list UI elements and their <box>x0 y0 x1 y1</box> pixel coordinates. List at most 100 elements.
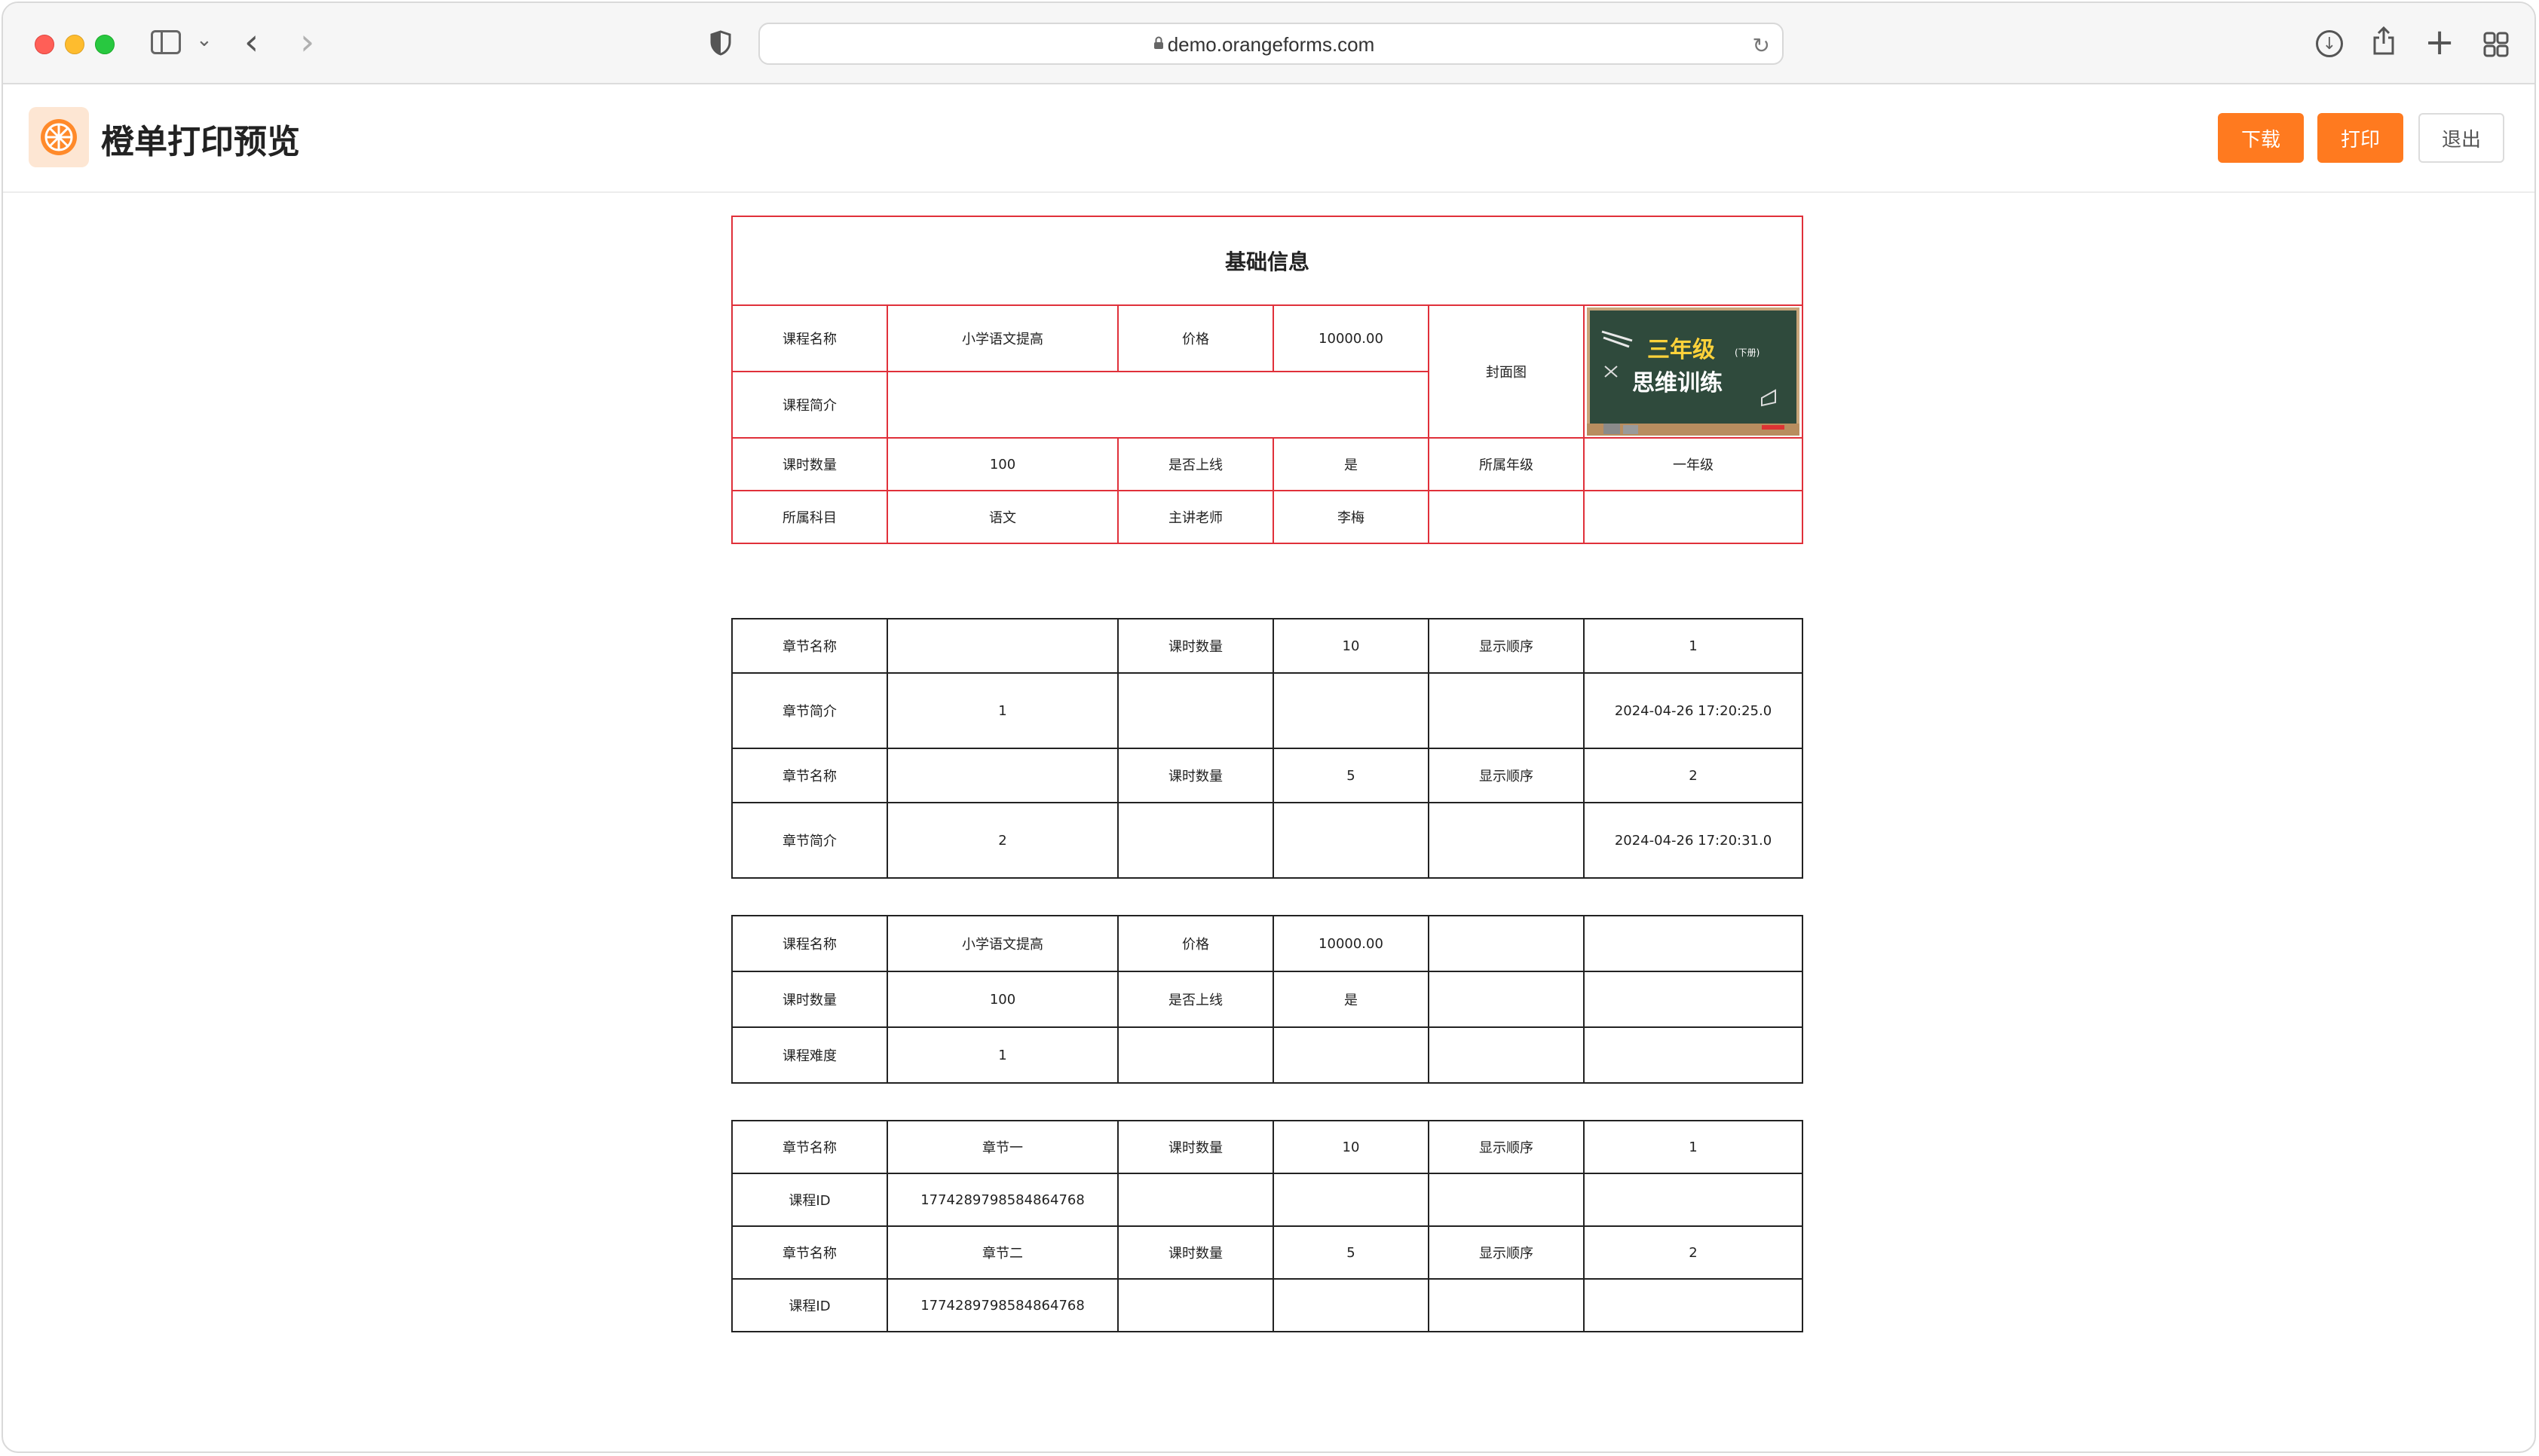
empty-cell <box>1428 1278 1585 1332</box>
table-row: 章节名称 课时数量 5 显示顺序 2 <box>731 748 1803 803</box>
chapter-hours-value: 10 <box>1273 1120 1429 1174</box>
online-label: 是否上线 <box>1117 437 1274 491</box>
chevron-down-icon[interactable]: ⌄ <box>196 29 213 51</box>
course-id-label: 课程ID <box>731 1173 888 1227</box>
chapter-hours-label: 课时数量 <box>1117 618 1274 674</box>
chapter-time-value: 2024-04-26 17:20:31.0 <box>1583 802 1803 879</box>
empty-cell <box>1117 1026 1274 1084</box>
hours-value: 100 <box>887 971 1119 1028</box>
grade-value: 一年级 <box>1582 437 1804 491</box>
downloads-icon[interactable]: ↓ <box>2316 30 2343 57</box>
online-label: 是否上线 <box>1117 971 1274 1028</box>
chapters-table: 章节名称 课时数量 10 显示顺序 1 章节简介 1 2024-04-26 17… <box>731 618 1803 879</box>
chapter-name-value: 章节一 <box>887 1120 1119 1174</box>
empty-cell <box>1583 1173 1803 1227</box>
chapter-hours-label: 课时数量 <box>1117 1120 1274 1174</box>
subject-value: 语文 <box>887 490 1119 544</box>
difficulty-value: 1 <box>887 1026 1119 1084</box>
course-name-value: 小学语文提高 <box>887 304 1119 372</box>
empty-cell <box>1273 672 1429 749</box>
minimize-window-button[interactable] <box>65 35 84 54</box>
table-row: 章节名称 课时数量 10 显示顺序 1 <box>731 618 1803 674</box>
chapter-order-label: 显示顺序 <box>1428 1225 1585 1280</box>
empty-cell <box>1428 490 1585 544</box>
zoom-window-button[interactable] <box>95 35 115 54</box>
course-id-value: 1774289798584864768 <box>887 1278 1119 1332</box>
chapter-name-label: 章节名称 <box>731 1225 888 1280</box>
empty-cell <box>1117 1173 1274 1227</box>
course-summary-table: 课程名称 小学语文提高 价格 10000.00 课时数量 100 是否上线 是 … <box>731 915 1803 1084</box>
chapter-order-value: 1 <box>1583 618 1803 674</box>
empty-cell <box>1273 802 1429 879</box>
chapter-hours-label: 课时数量 <box>1117 1225 1274 1280</box>
empty-cell <box>1583 1026 1803 1084</box>
chapter-hours-value: 5 <box>1273 1225 1429 1280</box>
reload-icon[interactable]: ↻ <box>1753 33 1770 58</box>
table-row: 课程难度 1 <box>731 1026 1803 1084</box>
hours-label: 课时数量 <box>731 437 888 491</box>
chapter-order-value: 2 <box>1583 1225 1803 1280</box>
download-button[interactable]: 下载 <box>2218 113 2304 163</box>
grade-label: 所属年级 <box>1428 437 1585 491</box>
empty-cell <box>1428 672 1585 749</box>
chapter-order-label: 显示顺序 <box>1428 748 1585 803</box>
empty-cell <box>1273 1173 1429 1227</box>
chapter-name-label: 章节名称 <box>731 1120 888 1174</box>
back-arrow-icon[interactable]: ‹ <box>244 21 259 63</box>
chapter-order-value: 1 <box>1583 1120 1803 1174</box>
teacher-value: 李梅 <box>1273 490 1429 544</box>
address-bar[interactable]: demo.orangeforms.com ↻ <box>758 23 1784 65</box>
difficulty-label: 课程难度 <box>731 1026 888 1084</box>
cover-line1-small: (下册) <box>1735 347 1760 358</box>
table-row: 课程ID 1774289798584864768 <box>731 1173 1803 1227</box>
privacy-shield-icon[interactable] <box>710 30 731 56</box>
chapter-order-label: 显示顺序 <box>1428 1120 1585 1174</box>
empty-cell <box>1273 1278 1429 1332</box>
close-window-button[interactable] <box>35 35 54 54</box>
browser-toolbar: ⌄ ‹ › demo.orangeforms.com ↻ ↓ + <box>3 3 2534 84</box>
cover-label: 封面图 <box>1428 304 1585 439</box>
browser-window: ⌄ ‹ › demo.orangeforms.com ↻ ↓ + 橙单打印预览 … <box>2 2 2536 1453</box>
url-text: demo.orangeforms.com <box>1167 33 1375 56</box>
chapter-intro-label: 章节简介 <box>731 672 888 749</box>
exit-button[interactable]: 退出 <box>2418 113 2504 163</box>
sidebar-toggle-icon[interactable] <box>151 30 181 54</box>
empty-cell <box>1428 1026 1585 1084</box>
cover-image-cell: 三年级 (下册) 思维训练 <box>1582 304 1804 439</box>
empty-cell <box>1273 1026 1429 1084</box>
table-row: 章节名称 章节二 课时数量 5 显示顺序 2 <box>731 1225 1803 1280</box>
empty-cell <box>1117 672 1274 749</box>
chapter-hours-label: 课时数量 <box>1117 748 1274 803</box>
cover-line2: 思维训练 <box>1632 370 1723 396</box>
print-button[interactable]: 打印 <box>2317 113 2403 163</box>
price-value: 10000.00 <box>1273 915 1429 972</box>
app-header: 橙单打印预览 下载 打印 退出 <box>3 84 2534 193</box>
tab-overview-icon[interactable] <box>2483 32 2509 57</box>
table-row: 章节简介 2 2024-04-26 17:20:31.0 <box>731 802 1803 879</box>
price-label: 价格 <box>1117 304 1274 372</box>
chapter-intro-value: 2 <box>887 802 1119 879</box>
course-id-value: 1774289798584864768 <box>887 1173 1119 1227</box>
online-value: 是 <box>1273 971 1429 1028</box>
orange-logo-icon <box>29 107 89 167</box>
chapter-intro-value: 1 <box>887 672 1119 749</box>
course-name-value: 小学语文提高 <box>887 915 1119 972</box>
empty-cell <box>1428 971 1585 1028</box>
table-row: 课程ID 1774289798584864768 <box>731 1278 1803 1332</box>
hours-label: 课时数量 <box>731 971 888 1028</box>
subject-label: 所属科目 <box>731 490 888 544</box>
chapter-name-value <box>887 618 1119 674</box>
chapter-hours-value: 10 <box>1273 618 1429 674</box>
new-tab-icon[interactable]: + <box>2424 21 2455 63</box>
table-row: 课程名称 小学语文提高 价格 10000.00 <box>731 915 1803 972</box>
chapter-hours-value: 5 <box>1273 748 1429 803</box>
table-row: 章节简介 1 2024-04-26 17:20:25.0 <box>731 672 1803 749</box>
chapter-intro-label: 章节简介 <box>731 802 888 879</box>
chapter-order-label: 显示顺序 <box>1428 618 1585 674</box>
forward-arrow-icon[interactable]: › <box>300 21 314 63</box>
share-icon[interactable] <box>2372 26 2396 56</box>
chapter-list-table: 章节名称 章节一 课时数量 10 显示顺序 1 课程ID 17742897985… <box>731 1120 1803 1332</box>
price-value: 10000.00 <box>1273 304 1429 372</box>
online-value: 是 <box>1273 437 1429 491</box>
chapter-name-label: 章节名称 <box>731 748 888 803</box>
